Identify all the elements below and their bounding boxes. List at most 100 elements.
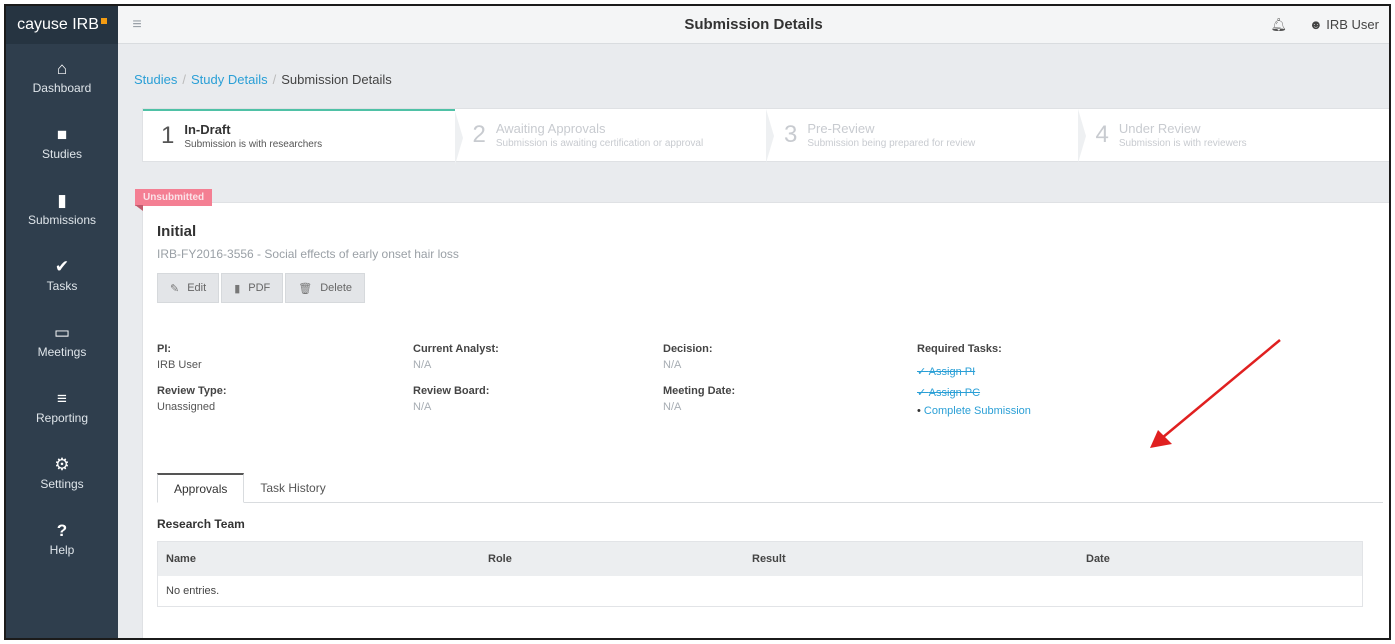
user-icon: ☻ [1308, 17, 1323, 32]
top-header: ≡ Submission Details 🔔︎ ☻ IRB User [118, 6, 1389, 44]
step-pre-review: 3 Pre-Review Submission being prepared f… [766, 109, 1086, 163]
task-assign-pc[interactable]: ✓ Assign PC [917, 386, 1031, 399]
task-label: Complete Submission [923, 405, 1031, 417]
edit-label: Edit [187, 282, 207, 294]
main-content: Studies / Study Details / Submission Details… [118, 44, 1389, 638]
analyst-label: Current Analyst: [413, 343, 499, 355]
brand-dot-icon [100, 18, 107, 24]
step-label: Pre-Review [807, 121, 875, 136]
home-icon: ⌂ [56, 58, 68, 78]
notification-bell-icon[interactable]: 🔔︎ [1270, 17, 1287, 33]
research-team-heading: Research Team [157, 517, 245, 531]
step-number: 3 [784, 121, 798, 148]
review-board-value: N/A [413, 401, 432, 413]
table-empty-row: No entries. [166, 585, 220, 597]
sidebar-item-help[interactable]: ? Help [6, 506, 118, 572]
step-label: Awaiting Approvals [495, 121, 606, 136]
review-type-value: Unassigned [157, 401, 216, 413]
submission-title: Initial [157, 223, 197, 240]
decision-value: N/A [663, 359, 682, 371]
question-icon: ? [56, 520, 68, 540]
step-under-review: 4 Under Review Submission is with review… [1078, 109, 1390, 161]
step-label: Under Review [1118, 121, 1201, 136]
analyst-value: N/A [413, 359, 432, 371]
delete-button[interactable]: 🗑︎ Delete [285, 273, 366, 303]
sidebar-item-dashboard[interactable]: ⌂ Dashboard [6, 44, 118, 110]
info-col-pi: PI: IRB User Review Type: Unassigned [157, 343, 227, 427]
step-label: In-Draft [184, 122, 231, 137]
brand-logo[interactable]: cayuse IRB [6, 6, 118, 44]
info-col-decision: Decision: N/A Meeting Date: N/A [663, 343, 735, 427]
check-icon: ✔ [54, 256, 70, 276]
pdf-label: PDF [248, 282, 271, 294]
gear-icon: ⚙ [54, 454, 70, 474]
breadcrumb-studies[interactable]: Studies [134, 72, 177, 87]
pdf-button[interactable]: ▮ PDF [221, 273, 284, 303]
task-assign-pi[interactable]: ✓ Assign PI [917, 365, 1031, 378]
breadcrumb-current: Submission Details [281, 72, 392, 87]
user-menu[interactable]: ☻ IRB User [1309, 17, 1379, 32]
file-icon: ▮ [234, 282, 241, 295]
research-team-table: Name Role Result Date No entries. [157, 541, 1363, 607]
step-description: Submission being prepared for review [807, 138, 976, 149]
sidebar: cayuse IRB ⌂ Dashboard ■ Studies ▮ Submi… [6, 6, 118, 638]
step-awaiting-approvals: 2 Awaiting Approvals Submission is await… [455, 109, 774, 163]
sidebar-item-reporting[interactable]: ≡ Reporting [6, 374, 118, 440]
info-col-analyst: Current Analyst: N/A Review Board: N/A [413, 343, 499, 427]
trash-icon: 🗑︎ [298, 282, 313, 295]
meeting-date-value: N/A [663, 401, 682, 413]
sidebar-item-label: Dashboard [32, 80, 92, 95]
step-description: Submission is awaiting certification or … [495, 138, 704, 149]
step-in-draft: 1 In-Draft Submission is with researcher… [143, 109, 463, 165]
task-label: Assign PI [928, 366, 976, 378]
column-result: Result [752, 553, 786, 565]
pencil-icon: ✎ [170, 282, 180, 295]
step-description: Submission is with reviewers [1118, 138, 1247, 149]
sidebar-item-submissions[interactable]: ▮ Submissions [6, 176, 118, 242]
column-name: Name [166, 553, 196, 565]
sidebar-item-label: Studies [41, 146, 83, 161]
edit-button[interactable]: ✎ Edit [157, 273, 220, 303]
sidebar-item-settings[interactable]: ⚙ Settings [6, 440, 118, 506]
review-board-label: Review Board: [413, 385, 490, 397]
sidebar-item-label: Tasks [46, 278, 78, 293]
action-buttons: ✎ Edit ▮ PDF 🗑︎ Delete [157, 273, 366, 303]
step-number: 4 [1095, 121, 1109, 148]
breadcrumb-study-details[interactable]: Study Details [191, 72, 268, 87]
review-type-label: Review Type: [157, 385, 227, 397]
app-frame: cayuse IRB ⌂ Dashboard ■ Studies ▮ Submi… [4, 4, 1391, 640]
folder-icon: ■ [56, 124, 68, 144]
step-description: Submission is with researchers [184, 139, 323, 150]
sidebar-item-label: Meetings [37, 344, 87, 359]
sidebar-item-label: Help [49, 542, 75, 557]
sidebar-item-label: Settings [40, 476, 84, 491]
user-name: IRB User [1326, 17, 1379, 32]
task-complete-submission[interactable]: • Complete Submission [917, 405, 1031, 417]
status-badge: Unsubmitted [135, 189, 213, 206]
table-header: Name Role Result Date [158, 542, 1362, 576]
required-tasks-label: Required Tasks: [917, 343, 1002, 355]
delete-label: Delete [320, 282, 353, 294]
list-icon: ≡ [57, 388, 67, 408]
workflow-stepper: 1 In-Draft Submission is with researcher… [142, 108, 1390, 165]
info-col-tasks: Required Tasks: ✓ Assign PI ✓ Assign PC … [917, 343, 1031, 417]
sidebar-item-label: Submissions [27, 212, 97, 227]
tab-approvals[interactable]: Approvals [157, 473, 245, 503]
calendar-icon: ▭ [53, 322, 71, 342]
tab-bar: Approvals Task History [157, 473, 1383, 503]
breadcrumb: Studies / Study Details / Submission Details [134, 72, 392, 87]
task-label: Assign PC [928, 387, 981, 399]
submission-subtitle: IRB-FY2016-3556 - Social effects of earl… [157, 247, 459, 261]
decision-label: Decision: [663, 343, 713, 355]
column-date: Date [1086, 553, 1110, 565]
step-number: 1 [161, 122, 175, 149]
tab-task-history[interactable]: Task History [244, 473, 341, 502]
brand-name: cayuse IRB [17, 16, 99, 33]
sidebar-item-tasks[interactable]: ✔ Tasks [6, 242, 118, 308]
annotation-arrow-icon [1150, 339, 1281, 448]
sidebar-item-meetings[interactable]: ▭ Meetings [6, 308, 118, 374]
meeting-date-label: Meeting Date: [663, 385, 736, 397]
sidebar-item-studies[interactable]: ■ Studies [6, 110, 118, 176]
pi-value: IRB User [157, 359, 202, 371]
step-number: 2 [472, 121, 486, 148]
